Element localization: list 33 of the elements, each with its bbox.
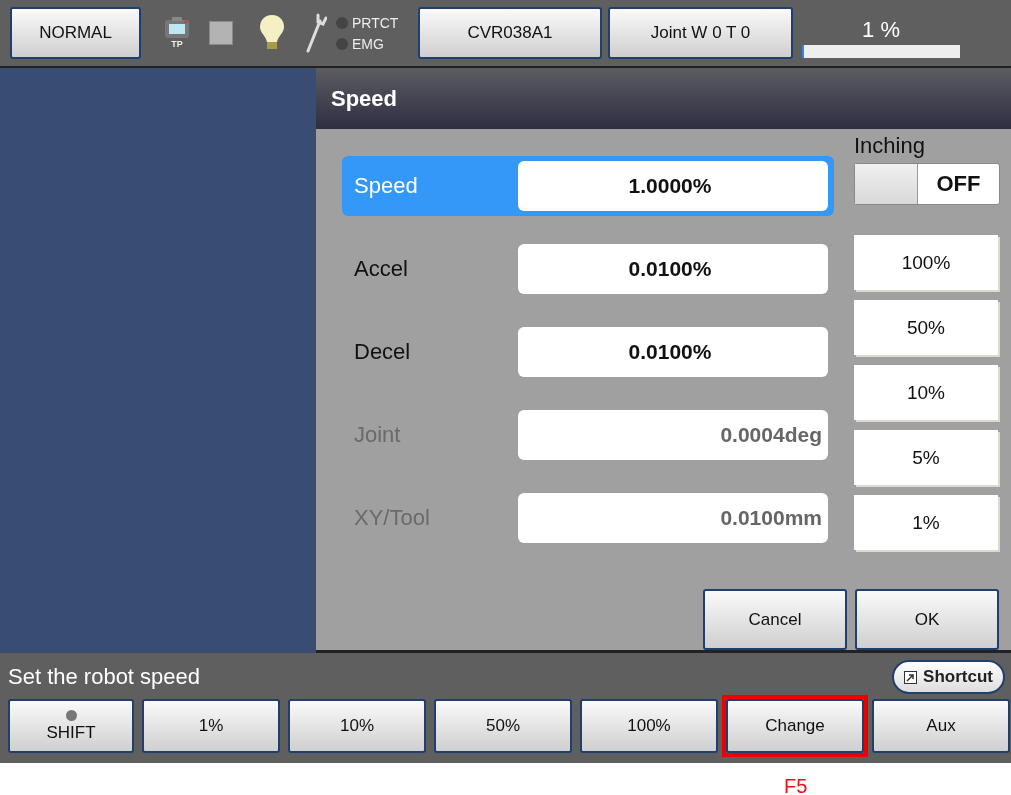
shortcut-button[interactable]: Shortcut — [892, 660, 1005, 694]
dialog-title: Speed — [331, 85, 398, 112]
inching-label: Inching — [854, 133, 926, 159]
robot-button[interactable]: CVR038A1 — [418, 7, 602, 59]
mode-button[interactable]: NORMAL — [10, 7, 141, 59]
preset-button[interactable]: 50% — [854, 300, 998, 355]
annotation-label: F5 — [784, 775, 808, 795]
tp-label: TP — [171, 39, 183, 49]
pendant-icon — [163, 17, 191, 39]
indicator-label: PRTCT — [352, 14, 399, 31]
preset-button[interactable]: 10% — [854, 365, 998, 420]
coordinate-button[interactable]: Joint W 0 T 0 — [608, 7, 793, 59]
function-key[interactable]: Change — [726, 699, 864, 753]
inching-toggle[interactable]: OFF — [854, 163, 1000, 205]
ok-button[interactable]: OK — [855, 589, 999, 650]
wrench-icon — [305, 13, 327, 53]
light-bulb-icon — [259, 14, 285, 52]
preset-button[interactable]: 100% — [854, 235, 998, 290]
function-key[interactable]: 1% — [142, 699, 280, 753]
function-key[interactable]: Aux — [872, 699, 1010, 753]
speed-reading: 1 % — [862, 16, 900, 43]
function-key[interactable]: 100% — [580, 699, 718, 753]
function-key[interactable]: 50% — [434, 699, 572, 753]
preset-button[interactable]: 5% — [854, 430, 998, 485]
shortcut-icon — [904, 670, 918, 684]
indicator-label: EMG — [352, 35, 384, 52]
cancel-button[interactable]: Cancel — [703, 589, 847, 650]
status-message: Set the robot speed — [8, 664, 201, 690]
shift-key[interactable]: SHIFT — [8, 699, 134, 753]
function-key[interactable]: 10% — [288, 699, 426, 753]
preset-button[interactable]: 1% — [854, 495, 998, 550]
stop-icon — [209, 21, 233, 45]
selected-row[interactable]: Speed 1.0000% — [342, 156, 834, 216]
